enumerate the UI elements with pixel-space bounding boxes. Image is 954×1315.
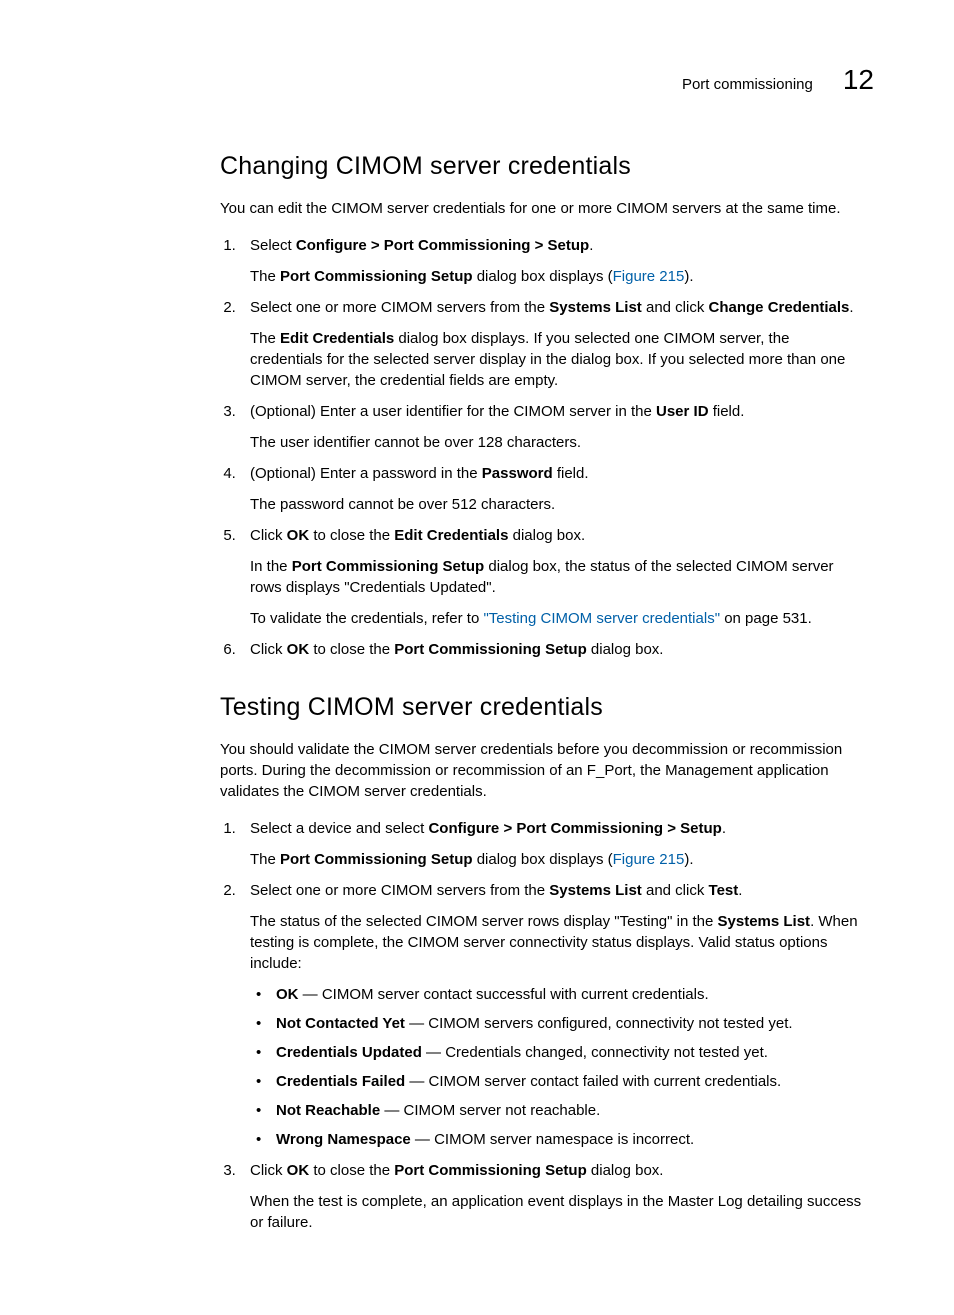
step-2-line: Select one or more CIMOM servers from th… [250,297,864,318]
step-3: (Optional) Enter a user identifier for t… [240,401,864,453]
page-content: Changing CIMOM server credentials You ca… [60,149,894,1233]
steps-changing: Select Configure > Port Commissioning > … [220,235,864,660]
steps-testing: Select a device and select Configure > P… [220,818,864,1233]
t-step-3-result: When the test is complete, an applicatio… [250,1191,864,1233]
step-4-line: (Optional) Enter a password in the Passw… [250,463,864,484]
t-step-3-line: Click OK to close the Port Commissioning… [250,1160,864,1181]
heading-testing-credentials: Testing CIMOM server credentials [220,690,864,725]
header-chapter-number: 12 [843,60,874,99]
intro-changing: You can edit the CIMOM server credential… [220,198,864,219]
step-6-line: Click OK to close the Port Commissioning… [250,639,864,660]
t-step-1-result: The Port Commissioning Setup dialog box … [250,849,864,870]
step-1-result: The Port Commissioning Setup dialog box … [250,266,864,287]
status-credentials-failed: Credentials Failed — CIMOM server contac… [272,1071,864,1092]
link-testing-credentials[interactable]: "Testing CIMOM server credentials" [483,610,720,627]
t-step-1: Select a device and select Configure > P… [240,818,864,870]
status-options-list: OK — CIMOM server contact successful wit… [250,984,864,1150]
step-4-note: The password cannot be over 512 characte… [250,494,864,515]
status-ok: OK — CIMOM server contact successful wit… [272,984,864,1005]
header-section: Port commissioning [682,74,813,95]
t-step-3: Click OK to close the Port Commissioning… [240,1160,864,1233]
step-5-result: In the Port Commissioning Setup dialog b… [250,556,864,598]
step-5-xref: To validate the credentials, refer to "T… [250,608,864,629]
status-wrong-namespace: Wrong Namespace — CIMOM server namespace… [272,1129,864,1150]
step-6: Click OK to close the Port Commissioning… [240,639,864,660]
step-5-line: Click OK to close the Edit Credentials d… [250,525,864,546]
t-step-2: Select one or more CIMOM servers from th… [240,880,864,1150]
step-3-line: (Optional) Enter a user identifier for t… [250,401,864,422]
link-figure-215[interactable]: Figure 215 [613,268,685,285]
heading-changing-credentials: Changing CIMOM server credentials [220,149,864,184]
link-figure-215-b[interactable]: Figure 215 [613,851,685,868]
step-5: Click OK to close the Edit Credentials d… [240,525,864,629]
step-1: Select Configure > Port Commissioning > … [240,235,864,287]
page-header: Port commissioning 12 [60,60,894,99]
t-step-1-line: Select a device and select Configure > P… [250,818,864,839]
status-not-contacted-yet: Not Contacted Yet — CIMOM servers config… [272,1013,864,1034]
step-3-note: The user identifier cannot be over 128 c… [250,432,864,453]
intro-testing: You should validate the CIMOM server cre… [220,739,864,802]
status-not-reachable: Not Reachable — CIMOM server not reachab… [272,1100,864,1121]
step-1-line: Select Configure > Port Commissioning > … [250,235,864,256]
t-step-2-result: The status of the selected CIMOM server … [250,911,864,974]
step-4: (Optional) Enter a password in the Passw… [240,463,864,515]
status-credentials-updated: Credentials Updated — Credentials change… [272,1042,864,1063]
t-step-2-line: Select one or more CIMOM servers from th… [250,880,864,901]
step-2-result: The Edit Credentials dialog box displays… [250,328,864,391]
step-2: Select one or more CIMOM servers from th… [240,297,864,391]
